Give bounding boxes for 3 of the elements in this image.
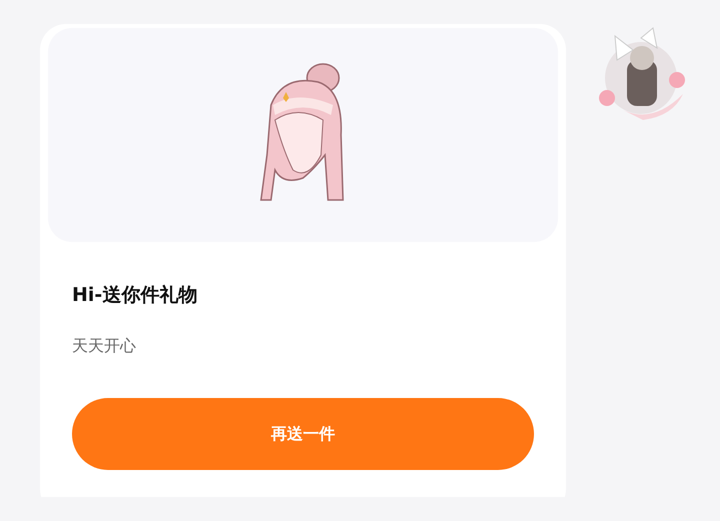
- gift-title: Hi-送你件礼物: [72, 283, 198, 308]
- send-again-button[interactable]: 再送一件: [72, 398, 534, 470]
- gift-message: 天天开心: [72, 336, 137, 357]
